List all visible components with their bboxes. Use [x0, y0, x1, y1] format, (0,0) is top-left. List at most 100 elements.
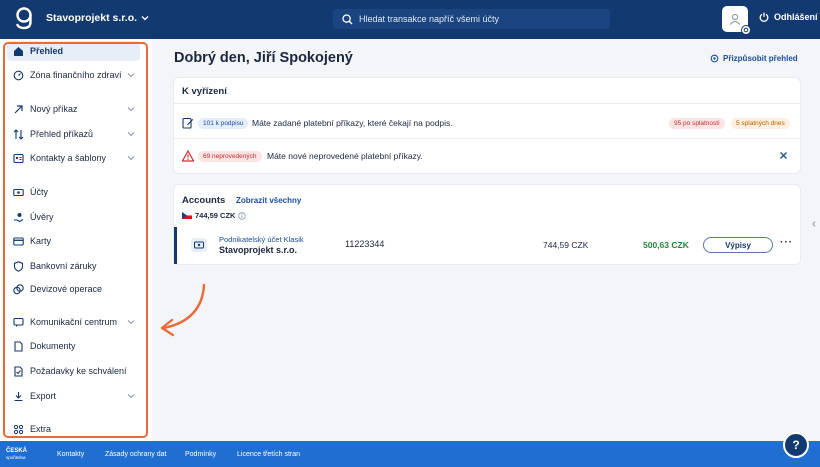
footer-link-kontakty[interactable]: Kontakty — [57, 451, 84, 458]
statements-button[interactable]: Výpisy — [703, 237, 773, 253]
bank-logo-icon[interactable] — [14, 6, 34, 32]
transfer-arrows-icon — [13, 128, 24, 140]
top-bar: Stavoprojekt s.r.o. Odhlášení — [0, 0, 820, 39]
grid-dots-icon — [13, 424, 24, 434]
sidebar-item-label: Přehled příkazů — [30, 129, 94, 139]
card-icon — [13, 236, 24, 246]
info-icon[interactable] — [238, 211, 247, 220]
sidebar-item-uvery[interactable]: Úvěry — [7, 207, 140, 227]
sidebar: Přehled Zóna finančního zdraví Nový přík… — [0, 39, 152, 441]
footer-logo-line2: spořitelna — [6, 455, 26, 460]
gear-icon — [710, 54, 719, 63]
more-options-button[interactable]: ··· — [780, 237, 793, 248]
accounts-total: 744,59 CZK — [182, 211, 247, 220]
account-available: 500,63 CZK — [643, 240, 689, 250]
company-switcher[interactable]: Stavoprojekt s.r.o. — [46, 12, 149, 24]
scroll-handle-icon[interactable] — [812, 221, 816, 227]
chevron-down-icon — [127, 107, 135, 112]
banknote-icon — [191, 238, 207, 252]
sidebar-item-label: Extra — [30, 424, 52, 434]
sidebar-item-label: Export — [30, 391, 57, 401]
sidebar-item-bankovni-zaruky[interactable]: Bankovní záruky — [7, 256, 140, 276]
sidebar-item-karty[interactable]: Karty — [7, 231, 140, 251]
sidebar-item-label: Devizové operace — [30, 284, 103, 294]
hand-coin-icon — [14, 212, 24, 222]
customize-label: Přizpůsobit přehled — [723, 54, 798, 63]
footer-logo[interactable]: ČESKÁ spořitelna — [6, 448, 27, 461]
chevron-down-icon — [141, 16, 149, 21]
sidebar-item-novy-prikaz[interactable]: Nový příkaz — [7, 99, 140, 119]
company-name: Stavoprojekt s.r.o. — [46, 12, 138, 24]
chevron-down-icon — [127, 132, 135, 137]
sidebar-item-label: Úvěry — [30, 212, 54, 222]
global-search[interactable] — [333, 9, 610, 29]
search-icon — [342, 13, 353, 24]
accounts-total-value: 744,59 CZK — [195, 211, 236, 220]
arrow-up-right-icon — [14, 104, 23, 113]
unprocessed-badge: 69 neprovedených — [198, 151, 262, 162]
sidebar-item-prehled-prikazu[interactable]: Přehled příkazů — [7, 124, 140, 144]
sidebar-item-label: Dokumenty — [30, 341, 76, 351]
show-all-accounts-link[interactable]: Zobrazit všechny — [236, 196, 301, 205]
account-number: 11223344 — [345, 239, 385, 249]
chevron-down-icon — [127, 320, 135, 325]
sidebar-item-ucty[interactable]: Účty — [7, 182, 140, 202]
sidebar-item-export[interactable]: Export — [7, 386, 140, 406]
account-balance: 744,59 CZK — [543, 240, 589, 250]
czech-flag-icon — [182, 212, 192, 219]
help-button[interactable]: ? — [783, 432, 809, 458]
account-name: Stavoprojekt s.r.o. — [219, 245, 298, 255]
footer-link-terms[interactable]: Podmínky — [185, 451, 216, 458]
gauge-icon — [13, 70, 24, 80]
logout-button[interactable]: Odhlášení — [759, 12, 818, 22]
avatar[interactable] — [722, 6, 751, 35]
todo-title: K vyřízení — [182, 86, 227, 97]
account-type: Podnikatelský účet Klasik — [219, 235, 304, 244]
annotation-arrow-icon — [160, 283, 206, 337]
sidebar-item-devizove-operace[interactable]: Devizové operace — [7, 279, 140, 299]
approval-doc-icon — [14, 365, 23, 377]
chat-icon — [13, 317, 24, 327]
sidebar-item-label: Zóna finančního zdraví — [30, 70, 122, 80]
accounts-title: Accounts — [182, 195, 226, 206]
sidebar-item-dokumenty[interactable]: Dokumenty — [7, 336, 140, 356]
sidebar-item-kontakty[interactable]: Kontakty a šablony — [7, 148, 140, 168]
sidebar-item-label: Účty — [30, 187, 48, 197]
divider — [174, 138, 800, 139]
sidebar-item-komunikacni-centrum[interactable]: Komunikační centrum — [7, 312, 140, 332]
sidebar-item-label: Přehled — [30, 46, 64, 56]
chevron-down-icon — [127, 156, 135, 161]
footer-link-licenses[interactable]: Licence třetích stran — [237, 451, 300, 458]
sidebar-item-pozadavky[interactable]: Požadavky ke schválení — [7, 361, 140, 381]
sidebar-item-extra[interactable]: Extra — [7, 419, 140, 439]
close-icon[interactable] — [779, 151, 788, 160]
home-icon — [14, 46, 23, 56]
account-row[interactable]: Podnikatelský účet Klasik Stavoprojekt s… — [174, 227, 800, 264]
todo-row-text[interactable]: Máte nové neprovedené platební příkazy. — [267, 151, 423, 161]
sidebar-item-label: Bankovní záruky — [30, 261, 97, 271]
sidebar-item-label: Požadavky ke schválení — [30, 366, 127, 376]
sidebar-item-prehled[interactable]: Přehled — [7, 41, 140, 61]
shield-icon — [13, 260, 24, 272]
contact-card-icon — [13, 153, 24, 163]
sidebar-item-label: Nový příkaz — [30, 104, 78, 114]
footer: ČESKÁ spořitelna Kontakty Zásady ochrany… — [0, 441, 820, 467]
customize-overview-button[interactable]: Přizpůsobit přehled — [710, 54, 798, 63]
footer-logo-line1: ČESKÁ — [6, 448, 28, 454]
warning-icon — [182, 150, 194, 162]
sidebar-item-label: Komunikační centrum — [30, 317, 118, 327]
document-icon — [14, 340, 23, 352]
todo-row-text[interactable]: Máte zadané platební příkazy, které čeka… — [252, 118, 453, 128]
accounts-card: Accounts Zobrazit všechny 744,59 CZK Pod… — [174, 185, 800, 264]
page-title: Dobrý den, Jiří Spokojený — [174, 50, 353, 66]
overdue-badge: 95 po splatnosti — [669, 118, 725, 129]
sidebar-item-zona[interactable]: Zóna finančního zdraví — [7, 65, 140, 85]
settings-badge-icon — [741, 25, 751, 35]
footer-link-privacy[interactable]: Zásady ochrany dat — [105, 451, 166, 458]
due-today-badge: 5 splatných dnes — [731, 118, 790, 129]
logout-label: Odhlášení — [774, 12, 818, 22]
power-icon — [759, 12, 769, 22]
currency-exchange-icon — [13, 283, 24, 294]
search-input[interactable] — [359, 14, 599, 24]
download-icon — [14, 391, 23, 401]
